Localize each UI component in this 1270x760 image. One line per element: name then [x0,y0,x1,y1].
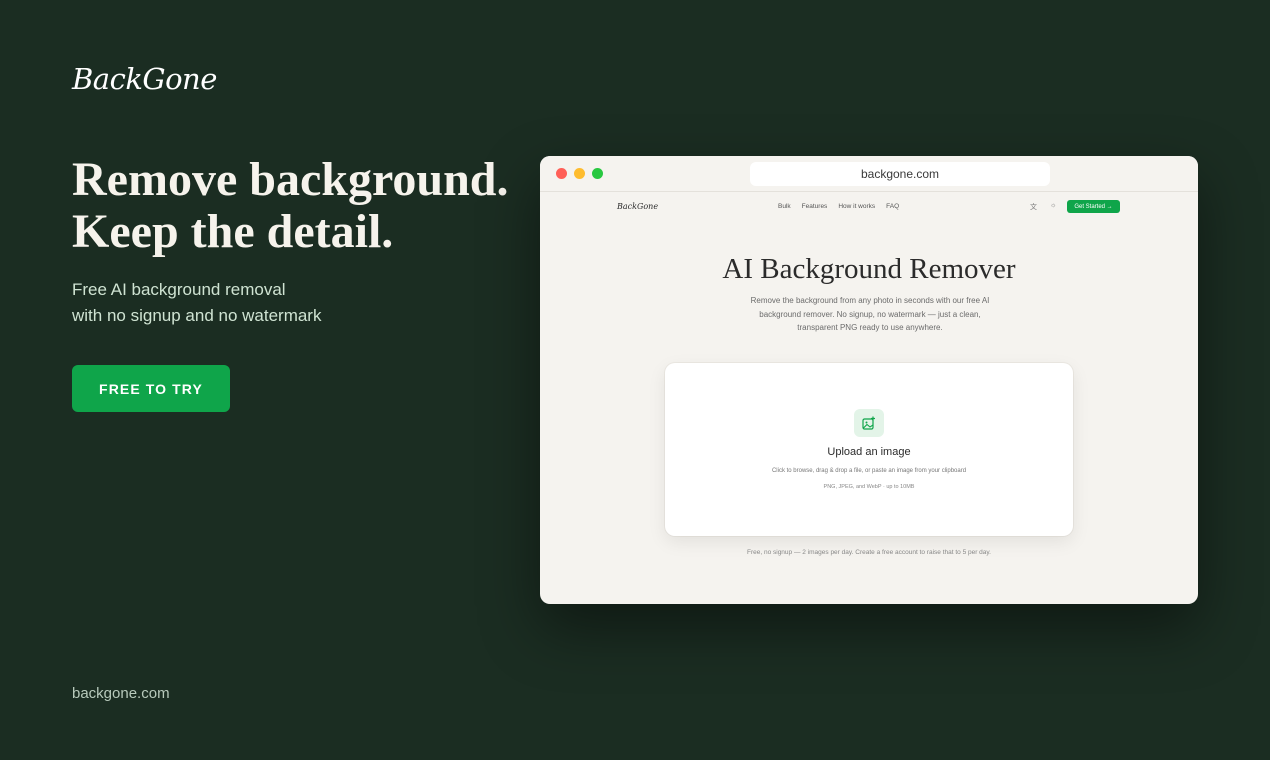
headline-line-1: Remove background. [72,153,509,206]
window-close-dot [556,168,567,179]
quota-note: Free, no signup — 2 images per day. Crea… [746,549,991,556]
get-started-button: Get Started → [1067,200,1120,213]
upload-description: Click to browse, drag & drop a file, or … [771,468,967,474]
subheadline-line-2: with no signup and no watermark [72,306,322,325]
site-navbar: BackGone Bulk Features How it works FAQ … [540,192,1198,222]
browser-chrome: backgone.com [540,156,1198,192]
nav-link-how-it-works: How it works [838,203,876,210]
footer-url: backgone.com [72,685,170,702]
window-minimize-dot [574,168,585,179]
free-to-try-button[interactable]: FREE TO TRY [72,365,230,412]
nav-link-bulk: Bulk [778,203,791,210]
site-nav-links: Bulk Features How it works FAQ [778,203,899,210]
translate-icon: 文 [1030,204,1037,211]
headline-line-2: Keep the detail. [72,205,394,258]
address-bar: backgone.com [750,162,1050,186]
site-title: AI Background Remover [722,253,1016,285]
brand-logo: BackGone [72,62,217,96]
window-maximize-dot [592,168,603,179]
subheadline-line-1: Free AI background removal [72,280,286,299]
upload-title: Upload an image [827,446,911,458]
nav-link-faq: FAQ [886,203,900,210]
site-description-line-1: Remove the background from any photo in … [750,296,990,305]
site-description-line-3: transparent PNG ready to use anywhere. [797,323,943,332]
sun-icon: ☼ [1050,202,1057,209]
image-plus-icon [854,409,884,437]
upload-dropzone: Upload an image Click to browse, drag & … [665,363,1073,536]
page-subheadline: Free AI background removal with no signu… [72,277,392,329]
site-description: Remove the background from any photo in … [730,294,1010,335]
site-description-line-2: background remover. No signup, no waterm… [759,309,981,319]
browser-mockup: backgone.com BackGone Bulk Features How … [540,156,1198,604]
site-logo: BackGone [617,202,659,211]
page-headline: Remove background. Keep the detail. [72,154,542,258]
upload-formats: PNG, JPEG, and WebP · up to 10MB [823,484,915,490]
nav-link-features: Features [801,203,828,210]
